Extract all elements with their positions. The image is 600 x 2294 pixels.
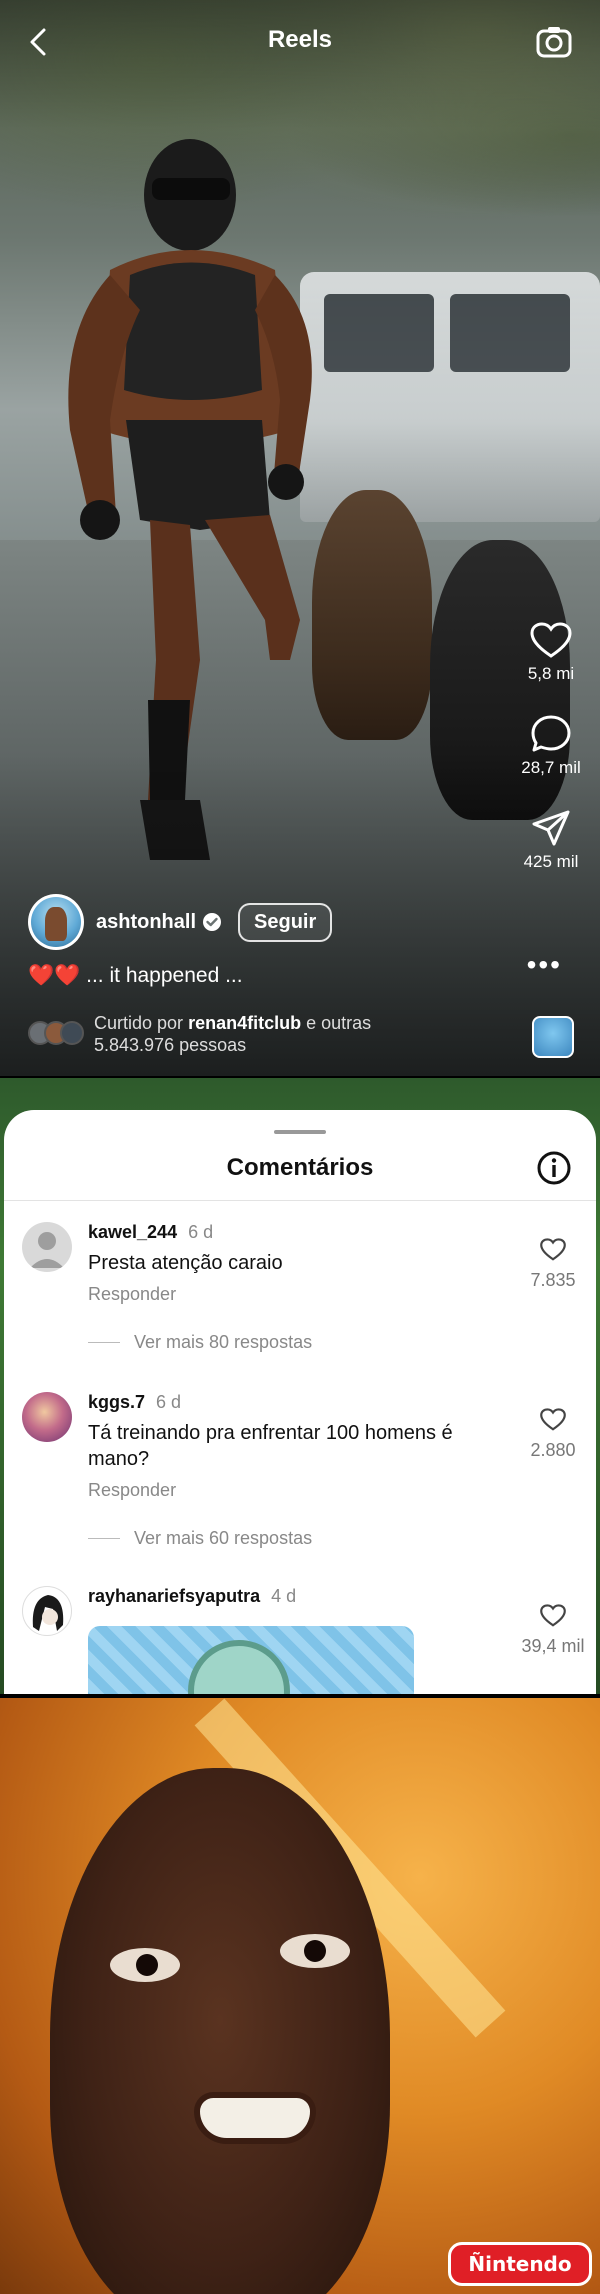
reel-caption[interactable]: ❤️❤️ ... it happened ...: [28, 964, 243, 988]
right-eye: [280, 1934, 350, 1968]
sheet-grabber[interactable]: [274, 1130, 326, 1134]
audio-thumbnail[interactable]: [532, 1016, 574, 1058]
commenter-avatar[interactable]: [22, 1222, 72, 1272]
reply-button[interactable]: Responder: [88, 1480, 176, 1501]
commenter-username[interactable]: kggs.7: [88, 1392, 145, 1412]
reply-button[interactable]: Responder: [88, 1284, 176, 1305]
comment-like-count: 39,4 mil: [521, 1636, 585, 1656]
author-avatar[interactable]: [28, 894, 84, 950]
left-eye: [110, 1948, 180, 1982]
comment-header: rayhanariefsyaputra 4 d: [88, 1586, 296, 1607]
author-row: ashtonhall Seguir: [28, 894, 333, 950]
comment-count: 28,7 mil: [521, 758, 581, 777]
comment-time: 6 d: [188, 1222, 214, 1242]
comments-title: Comentários: [226, 1154, 374, 1181]
heart-icon: [518, 1238, 588, 1262]
comment-item: rayhanariefsyaputra 4 d 39,4 mil: [22, 1586, 588, 1696]
reel-panel[interactable]: Reels 5,8 mi 28,7 mil 425 mil ••• ashton…: [0, 0, 600, 1078]
comments-sheet: Comentários kawel_244 6 d Presta atenção…: [4, 1110, 596, 1696]
comment-like-count: 7.835: [530, 1270, 576, 1290]
commenter-username[interactable]: kawel_244: [88, 1222, 177, 1242]
comment-item: kggs.7 6 d Tá treinando pra enfrentar 10…: [22, 1392, 588, 1532]
screenshot-page: Reels 5,8 mi 28,7 mil 425 mil ••• ashton…: [0, 0, 600, 2294]
camera-icon[interactable]: [534, 22, 574, 62]
comment-image[interactable]: [88, 1626, 414, 1696]
commenter-avatar[interactable]: [22, 1392, 72, 1442]
comment-text: Presta atenção caraio: [88, 1252, 283, 1274]
comment-like-count: 2.880: [530, 1440, 576, 1460]
view-more-replies[interactable]: Ver mais 80 respostas: [88, 1332, 312, 1353]
reel-header: Reels: [0, 0, 600, 86]
commenter-username[interactable]: rayhanariefsyaputra: [88, 1586, 260, 1606]
like-count: 5,8 mi: [527, 664, 575, 683]
watermark-logo: Ñintendo: [448, 2242, 592, 2286]
author-name[interactable]: ashtonhall: [96, 911, 196, 934]
comment-icon: [516, 714, 586, 754]
like-button[interactable]: 5,8 mi: [516, 622, 586, 684]
liked-by-row[interactable]: Curtido por renan4fitclub e outras 5.843…: [28, 1012, 371, 1056]
heart-icon: [518, 1408, 588, 1432]
comment-like-button[interactable]: 7.835: [518, 1238, 588, 1291]
page-title: Reels: [267, 26, 333, 53]
more-icon[interactable]: •••: [527, 951, 562, 979]
follow-button[interactable]: Seguir: [238, 902, 333, 942]
comment-like-button[interactable]: 39,4 mil: [518, 1604, 588, 1657]
comment-header: kggs.7 6 d: [88, 1392, 181, 1413]
caption-text: ... it happened ...: [86, 964, 243, 987]
comment-time: 4 d: [271, 1586, 297, 1606]
share-icon: [516, 808, 586, 848]
comment-button[interactable]: 28,7 mil: [516, 714, 586, 778]
reaction-face: [50, 1768, 390, 2294]
mouth: [200, 2098, 310, 2138]
share-button[interactable]: 425 mil: [516, 808, 586, 872]
heart-icon: [516, 622, 586, 660]
commenter-avatar[interactable]: [22, 1586, 72, 1636]
comment-header: kawel_244 6 d: [88, 1222, 213, 1243]
comment-like-button[interactable]: 2.880: [518, 1408, 588, 1461]
share-count: 425 mil: [523, 852, 579, 871]
heart-icon: [518, 1604, 588, 1628]
liked-by-count: 5.843.976 pessoas: [94, 1035, 247, 1055]
view-more-replies[interactable]: Ver mais 60 respostas: [88, 1528, 312, 1549]
info-icon[interactable]: [536, 1150, 572, 1186]
verified-icon: [203, 913, 222, 931]
comment-time: 6 d: [156, 1392, 182, 1412]
caption-hearts: ❤️❤️: [28, 964, 81, 987]
liked-by-user[interactable]: renan4fitclub: [188, 1013, 301, 1033]
sheet-divider: [4, 1200, 596, 1201]
liked-by-avatars: [28, 1021, 88, 1047]
comment-text: Tá treinando pra enfrentar 100 homens é …: [88, 1422, 453, 1470]
reaction-meme-image: Ñintendo: [0, 1698, 600, 2294]
liked-by-text: Curtido por renan4fitclub e outras 5.843…: [94, 1013, 372, 1055]
reel-action-bar: 5,8 mi 28,7 mil 425 mil: [516, 622, 586, 898]
